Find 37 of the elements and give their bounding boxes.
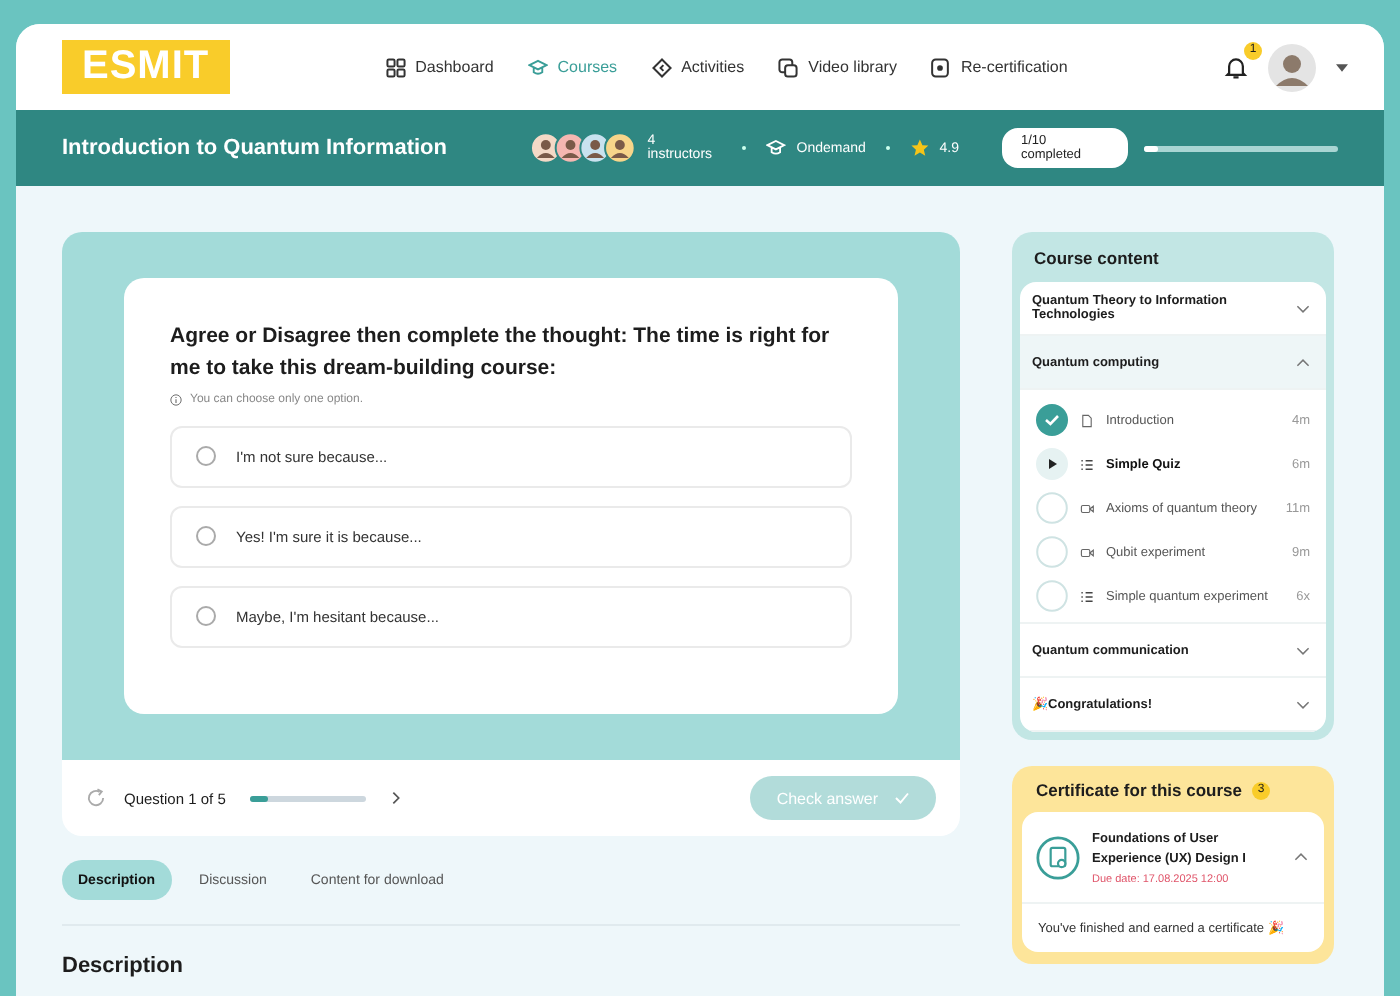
bell-icon[interactable]	[1224, 55, 1248, 79]
list-icon	[1080, 589, 1094, 603]
grid-icon	[385, 57, 406, 77]
nav-link[interactable]: Video library	[778, 57, 897, 77]
certificate-icon	[1036, 835, 1080, 880]
star-icon	[909, 138, 930, 158]
question-text: Agree or Disagree then complete the thought: The time is right for me to take this dream-building course:	[170, 322, 832, 384]
nav-link[interactable]: Activities	[651, 57, 745, 77]
instructor-avatars-icon	[530, 132, 638, 164]
video-icon	[778, 57, 799, 77]
course-title: Introduction to Quantum Information	[62, 136, 449, 160]
document-icon	[1080, 413, 1094, 427]
nav-link[interactable]: Re-certification	[930, 57, 1068, 77]
chevron-icon	[1296, 699, 1310, 709]
empty-circle-icon	[1036, 492, 1068, 524]
chevron-icon	[1296, 357, 1310, 367]
chevron-icon	[1296, 303, 1310, 313]
play-icon	[1036, 448, 1068, 480]
certificate-icon	[930, 57, 951, 77]
info-icon	[170, 393, 182, 405]
video-icon	[1080, 545, 1094, 559]
diamond-icon	[651, 57, 672, 77]
nav-link[interactable]: Dashboard	[385, 57, 494, 77]
collapse-chevron-icon[interactable]	[1294, 852, 1308, 863]
empty-circle-icon	[1036, 580, 1068, 612]
graduation-cap-icon	[527, 57, 548, 77]
panel-title: Certificate for this course	[1034, 780, 1242, 800]
panel-title: Course content	[1032, 248, 1161, 268]
section-heading: Description	[62, 954, 186, 978]
checkmark-icon	[894, 792, 910, 804]
video-icon	[1080, 501, 1094, 515]
caret-icon[interactable]	[1336, 63, 1348, 71]
empty-circle-icon	[1036, 536, 1068, 568]
avatar-icon[interactable]	[1268, 43, 1316, 91]
chevron-icon	[1296, 645, 1310, 655]
graduation-cap-icon	[766, 138, 787, 158]
list-icon	[1080, 457, 1094, 471]
